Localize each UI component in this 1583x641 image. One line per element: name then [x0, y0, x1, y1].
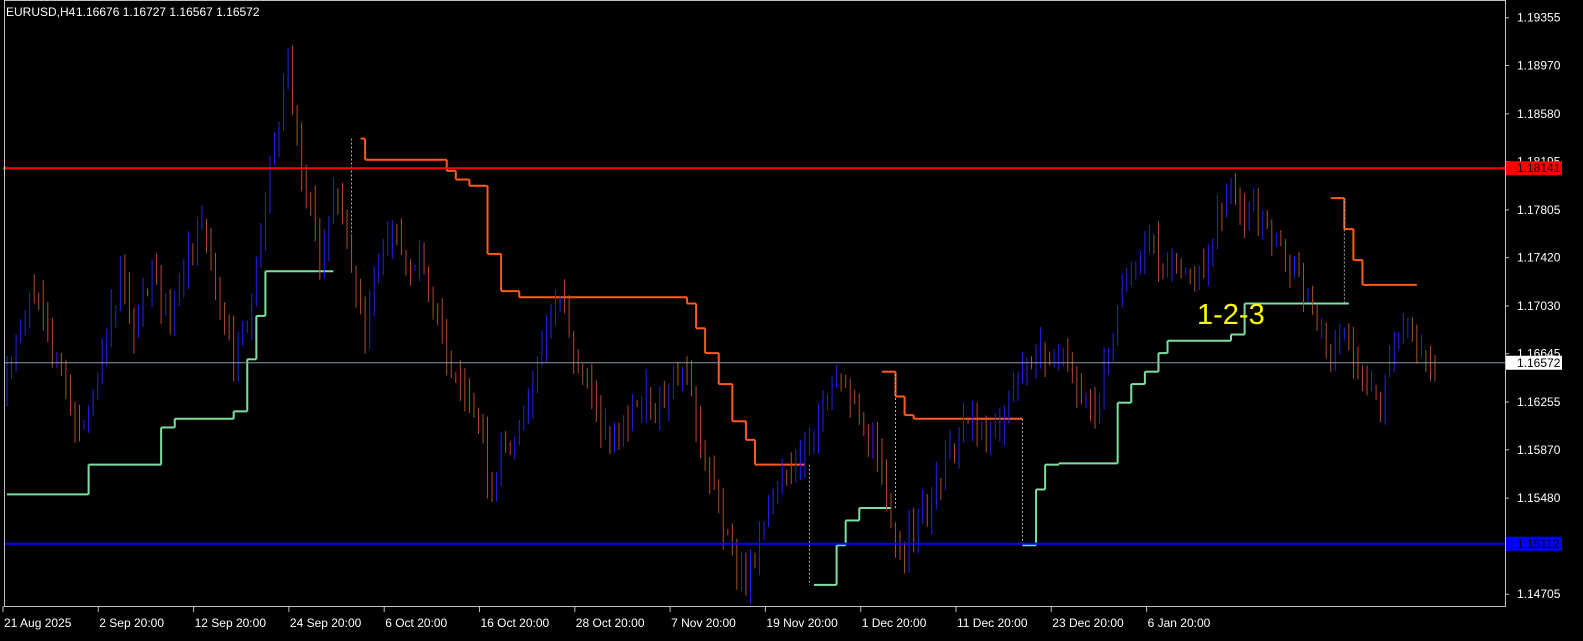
y-tick-label: 1.14705	[1517, 587, 1561, 601]
x-tick-label: 11 Dec 20:00	[957, 616, 1028, 630]
x-tick-label: 12 Sep 20:00	[195, 616, 267, 630]
y-tick-label: 1.18970	[1517, 58, 1561, 72]
x-tick-label: 2 Sep 20:00	[99, 616, 164, 630]
y-tick-label: 1.17805	[1517, 203, 1561, 217]
y-tick-label: 1.16255	[1517, 395, 1561, 409]
x-tick-label: 6 Oct 20:00	[385, 616, 447, 630]
x-tick-label: 28 Oct 20:00	[576, 616, 645, 630]
y-tick-label: 1.15480	[1517, 491, 1561, 505]
symbol-label: EURUSD,H4	[6, 5, 76, 19]
y-tick-label: 1.15870	[1517, 443, 1561, 457]
y-tick-label: 1.18580	[1517, 107, 1561, 121]
chart[interactable]: 1.193551.189701.185801.181951.178051.174…	[0, 0, 1583, 641]
x-tick-label: 6 Jan 20:00	[1148, 616, 1211, 630]
x-tick-label: 19 Nov 20:00	[766, 616, 838, 630]
current-price-tag-label: 1.16572	[1517, 356, 1561, 370]
y-tick-label: 1.19355	[1517, 11, 1561, 25]
chart-svg: 1.193551.189701.185801.181951.178051.174…	[0, 0, 1583, 641]
chart-background	[0, 0, 1583, 641]
support-price-tag-label: 1.15112	[1517, 537, 1560, 551]
x-tick-label: 16 Oct 20:00	[481, 616, 550, 630]
pattern-annotation: 1-2-3	[1197, 299, 1265, 331]
x-tick-label: 24 Sep 20:00	[290, 616, 362, 630]
x-tick-label: 21 Aug 2025	[4, 616, 72, 630]
x-tick-label: 23 Dec 20:00	[1052, 616, 1124, 630]
x-tick-label: 7 Nov 20:00	[671, 616, 736, 630]
resistance-price-tag-label: 1.18141	[1517, 161, 1561, 175]
ohlc-label: 1.16676 1.16727 1.16567 1.16572	[76, 5, 260, 19]
y-tick-label: 1.17420	[1517, 251, 1561, 265]
x-tick-label: 1 Dec 20:00	[862, 616, 927, 630]
y-tick-label: 1.17030	[1517, 299, 1561, 313]
